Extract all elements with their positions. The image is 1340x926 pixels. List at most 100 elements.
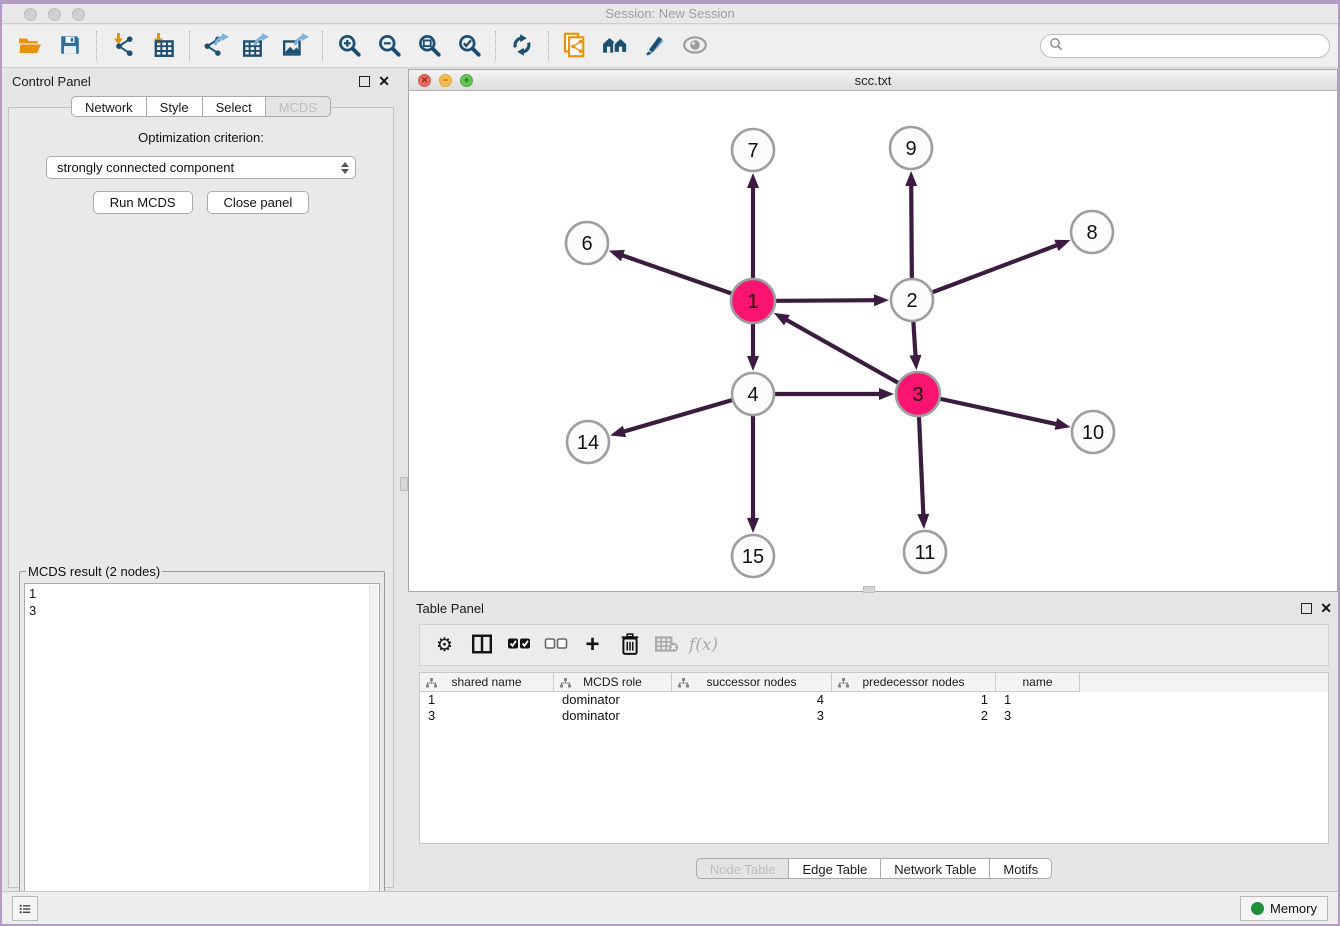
node-1[interactable]: 1 [731,279,775,323]
tab-network-table[interactable]: Network Table [880,858,990,879]
delete-row-button[interactable] [613,628,646,662]
import-table-button[interactable] [143,28,183,64]
cell-successor-nodes[interactable]: 3 [672,708,832,724]
node-4[interactable]: 4 [732,373,774,415]
cell-successor-nodes[interactable]: 4 [672,692,832,708]
export-image-button[interactable] [276,28,316,64]
copy-network-icon [563,32,587,61]
node-14[interactable]: 14 [567,421,609,463]
network-canvas[interactable]: 7 9 6 8 1 2 4 3 14 10 15 11 [409,92,1337,591]
node-10[interactable]: 10 [1072,411,1114,453]
criterion-dropdown[interactable]: strongly connected component [46,156,356,179]
main-titlebar: Session: New Session [2,4,1338,24]
tab-style[interactable]: Style [146,96,203,117]
status-menu-button[interactable] [12,896,38,921]
apply-style-icon [643,33,667,60]
export-network-icon [203,33,229,60]
zoom-fit-button[interactable] [409,28,449,64]
close-panel-button[interactable]: Close panel [207,191,310,214]
node-15[interactable]: 15 [732,535,774,577]
sort-hierarchy-icon [560,677,571,691]
export-network-button[interactable] [196,28,236,64]
cell-MCDS-role[interactable]: dominator [554,692,672,708]
cell-name[interactable]: 3 [996,708,1080,724]
table-float-panel-icon[interactable] [1301,603,1312,614]
cell-name[interactable]: 1 [996,692,1080,708]
node-9[interactable]: 9 [890,127,932,169]
node-3[interactable]: 3 [896,372,940,416]
table-row[interactable]: 3dominator323 [420,708,1328,724]
node-8[interactable]: 8 [1071,211,1113,253]
add-row-button[interactable]: + [576,628,609,662]
zoom-selected-button[interactable] [449,28,489,64]
cell-MCDS-role[interactable]: dominator [554,708,672,724]
show-hide-button[interactable] [675,28,715,64]
deselect-all-button[interactable] [539,628,572,662]
import-network-button[interactable] [103,28,143,64]
settings-gear-button[interactable]: ⚙ [428,628,461,662]
tab-mcds[interactable]: MCDS [265,96,331,117]
run-mcds-button[interactable]: Run MCDS [93,191,193,214]
cell-predecessor-nodes[interactable]: 1 [832,692,996,708]
nested-networks-button[interactable] [595,28,635,64]
table-close-panel-icon[interactable]: ✕ [1320,603,1332,614]
tab-node-table[interactable]: Node Table [696,858,790,879]
node-table: shared name MCDS role successor nodesprede… [419,672,1329,844]
toggle-columns-button[interactable] [465,628,498,662]
mcds-result-list: 13 [24,583,380,926]
column-header-shared-name[interactable]: shared name [420,673,554,692]
cell-shared-name[interactable]: 3 [420,708,554,724]
vertical-splitter-grip[interactable] [400,477,408,491]
column-header-MCDS-role[interactable]: MCDS role [554,673,672,692]
table-panel-header: Table Panel ✕ [408,597,1340,619]
apply-style-button[interactable] [635,28,675,64]
network-graph[interactable]: 7 9 6 8 1 2 4 3 14 10 15 11 [409,92,1337,591]
node-6[interactable]: 6 [566,222,608,264]
search-icon [1049,37,1063,56]
open-file-button[interactable] [10,28,50,64]
search-box[interactable] [1040,34,1330,58]
network-view-window: ✕ − + scc.txt 7 9 6 8 1 2 4 3 14 10 15 11 [408,69,1338,592]
node-11[interactable]: 11 [904,531,946,573]
select-all-icon [507,637,531,654]
network-splitter-grip[interactable] [863,586,875,593]
tab-motifs[interactable]: Motifs [989,858,1052,879]
memory-status-icon [1251,902,1264,915]
copy-network-button[interactable] [555,28,595,64]
mcds-result-box: MCDS result (2 nodes) 13 [19,564,385,926]
zoom-out-button[interactable] [369,28,409,64]
zoom-in-button[interactable] [329,28,369,64]
close-panel-icon[interactable]: ✕ [378,76,390,87]
float-panel-icon[interactable] [359,76,370,87]
function-builder-icon: f(x) [689,635,718,655]
node-7[interactable]: 7 [732,129,774,171]
memory-button[interactable]: Memory [1240,896,1328,921]
import-table-icon [151,33,175,60]
edge-2-8[interactable] [912,245,1058,300]
node-label: 2 [906,290,917,312]
search-input[interactable] [1068,38,1321,55]
column-header-name[interactable]: name [996,673,1080,692]
node-label: 3 [912,384,923,406]
node-label: 14 [577,432,599,454]
table-row[interactable]: 1dominator411 [420,692,1328,708]
export-table-button[interactable] [236,28,276,64]
import-network-icon [111,33,135,60]
cell-shared-name[interactable]: 1 [420,692,554,708]
column-header-successor-nodes[interactable]: successor nodes [672,673,832,692]
network-window-titlebar[interactable]: ✕ − + scc.txt [409,70,1337,91]
tab-select[interactable]: Select [202,96,266,117]
column-header-predecessor-nodes[interactable]: predecessor nodes [832,673,996,692]
select-all-button[interactable] [502,628,535,662]
save-session-button[interactable] [50,28,90,64]
tab-edge-table[interactable]: Edge Table [788,858,881,879]
refresh-layout-button[interactable] [502,28,542,64]
zoom-selected-icon [457,33,481,60]
column-label: MCDS role [583,675,642,689]
main-content: Control Panel ✕ NetworkStyleSelectMCDS O… [2,68,1338,897]
cell-predecessor-nodes[interactable]: 2 [832,708,996,724]
tab-network[interactable]: Network [71,96,147,117]
node-label: 1 [747,291,758,313]
result-scrollbar[interactable] [369,585,378,926]
node-2[interactable]: 2 [891,279,933,321]
